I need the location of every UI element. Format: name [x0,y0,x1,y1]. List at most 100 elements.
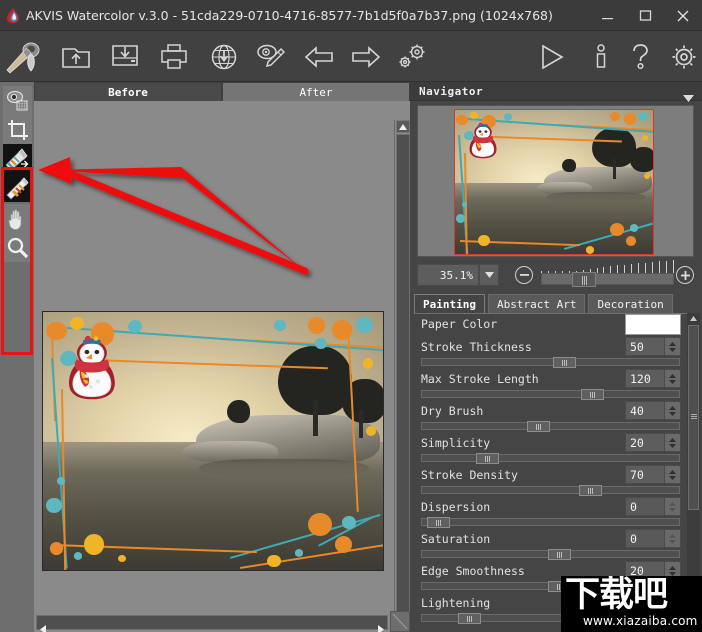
canvas-horizontal-scrollbar[interactable] [34,611,410,632]
scroll-left-arrow-icon[interactable] [40,619,46,632]
tree-trunk-right [359,410,363,439]
param-spinner[interactable]: 40 [625,401,681,420]
tool-strip [0,82,34,632]
canvas-viewport[interactable] [34,101,410,611]
param-spinner[interactable]: 20 [625,433,681,452]
param-dry-brush: Dry Brush 40 [414,401,687,433]
param-spinner[interactable]: 0 [625,497,681,516]
param-slider-thumb[interactable] [547,549,571,560]
spinner-arrows-icon[interactable] [664,530,680,547]
param-value: 0 [630,531,637,546]
paper-color-swatch[interactable] [625,314,681,335]
zoom-controls: 35.1% [417,260,694,290]
help-question-icon[interactable] [620,36,661,77]
chevron-down-icon[interactable] [683,87,694,106]
about-info-icon[interactable] [580,36,621,77]
param-slider[interactable] [421,485,680,496]
history-brush-tool[interactable] [3,144,32,173]
print-image-icon[interactable] [153,36,194,77]
param-slider[interactable] [421,389,680,400]
scroll-right-arrow-icon[interactable] [378,619,384,632]
hand-tool[interactable] [3,204,32,233]
param-slider-thumb[interactable] [578,485,602,496]
param-spinner[interactable]: 70 [625,465,681,484]
tree-right [342,379,383,423]
param-spinner[interactable]: 50 [625,337,681,356]
canvas-hscroll-thumb[interactable] [36,615,388,632]
navigator-thumbnail-area[interactable] [417,105,694,257]
param-slider[interactable] [421,453,680,464]
deco-dot [342,515,356,529]
zoom-slider-thumb[interactable] [572,272,596,287]
param-slider-thumb[interactable] [553,357,577,368]
param-paper-color: Paper Color [414,314,687,337]
tab-before[interactable]: Before [34,82,222,101]
add-text-stamp-icon[interactable] [249,36,290,77]
param-simplicity: Simplicity 20 [414,433,687,465]
quick-preview-tool[interactable] [3,86,32,115]
tab-decoration[interactable]: Decoration [588,294,673,313]
title-bar: AKVIS Watercolor v.3.0 - 51cda229-0710-4… [0,0,702,31]
deco-dot [73,551,83,560]
param-slider-thumb[interactable] [457,613,481,624]
brush-logo-icon[interactable] [3,36,44,77]
scroll-up-arrow-icon[interactable] [688,313,699,323]
param-label: Max Stroke Length [421,372,539,386]
param-saturation: Saturation 0 [414,529,687,561]
scroll-up-arrow-icon[interactable] [396,120,410,133]
spinner-arrows-icon[interactable] [664,338,680,355]
spinner-arrows-icon[interactable] [664,370,680,387]
batch-presets-icon[interactable] [392,36,433,77]
close-button[interactable] [664,0,702,31]
canvas-vscroll-thumb[interactable] [396,134,410,611]
param-slider[interactable] [421,517,680,528]
redo-arrow-icon[interactable] [345,36,386,77]
undo-arrow-icon[interactable] [298,36,339,77]
param-slider[interactable] [421,357,680,368]
spinner-arrows-icon[interactable] [664,466,680,483]
zoom-tool[interactable] [3,233,32,262]
preferences-gear-icon[interactable] [663,36,702,77]
spinner-arrows-icon[interactable] [664,498,680,515]
navigator-title: Navigator [419,84,484,98]
maximize-button[interactable] [626,0,664,31]
run-process-icon[interactable] [531,36,572,77]
tab-after[interactable]: After [222,82,410,101]
param-spinner[interactable]: 0 [625,529,681,548]
settings-panel: Navigator 35.1% Painting Abstract Art De… [410,82,702,632]
canvas-vertical-scrollbar[interactable] [394,120,410,611]
zoom-slider[interactable] [541,272,674,287]
open-image-icon[interactable] [55,36,96,77]
crop-tool[interactable] [3,115,32,144]
image-preview[interactable] [42,311,384,571]
param-label: Stroke Thickness [421,340,532,354]
eraser-pencil-tool[interactable] [3,173,32,202]
spinner-arrows-icon[interactable] [664,434,680,451]
site-watermark: 下载吧 www.xiazaiba.com [561,576,702,632]
param-label: Dispersion [421,500,491,514]
param-slider-thumb[interactable] [581,389,605,400]
param-slider-thumb[interactable] [475,453,499,464]
tab-painting[interactable]: Painting [414,294,485,313]
param-slider-thumb[interactable] [527,421,551,432]
param-label: Lightening [421,596,491,610]
param-slider[interactable] [421,421,680,432]
param-stroke-density: Stroke Density 70 [414,465,687,497]
spinner-arrows-icon[interactable] [664,402,680,419]
param-label: Dry Brush [421,404,484,418]
watermark-url: www.xiazaiba.com [583,614,698,628]
publish-web-icon[interactable] [203,36,244,77]
settings-scrollbar-thumb[interactable] [688,325,699,510]
zoom-in-button[interactable] [676,266,694,284]
param-spinner[interactable]: 120 [625,369,681,388]
deco-dot [366,425,377,436]
save-image-icon[interactable] [104,36,145,77]
param-slider-thumb[interactable] [427,517,451,528]
tab-abstract-art[interactable]: Abstract Art [487,294,586,313]
snowman-sticker [63,335,121,405]
resize-grip-icon[interactable] [390,611,410,632]
param-slider[interactable] [421,549,680,560]
param-label: Saturation [421,532,491,546]
minimize-button[interactable] [588,0,626,31]
navigator-viewport-rect[interactable] [454,109,654,255]
